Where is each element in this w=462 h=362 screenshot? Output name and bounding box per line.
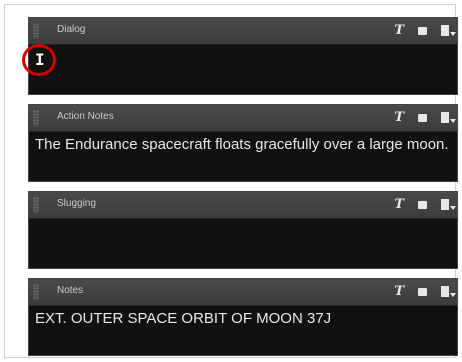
export-dropdown-icon[interactable] — [441, 112, 456, 124]
panel-title: Action Notes — [57, 111, 114, 122]
note-icon[interactable] — [418, 114, 427, 122]
page-icon — [441, 112, 449, 123]
drag-handle-icon[interactable] — [33, 110, 39, 126]
panel-tools: T — [394, 283, 456, 301]
panel-header: Notes T — [29, 279, 457, 306]
panel-title: Slugging — [57, 198, 96, 209]
drag-handle-icon[interactable] — [33, 197, 39, 213]
export-dropdown-icon[interactable] — [441, 25, 456, 37]
panel-text-area[interactable] — [29, 219, 457, 268]
panel-action-notes: Action Notes T The Endurance spacecraft … — [28, 104, 458, 182]
panel-tools: T — [394, 196, 456, 214]
chevron-down-icon — [450, 119, 456, 123]
panel-dialog: Dialog T — [28, 17, 458, 95]
note-icon[interactable] — [418, 288, 427, 296]
drag-handle-icon[interactable] — [33, 23, 39, 39]
panel-notes: Notes T EXT. OUTER SPACE ORBIT OF MOON 3… — [28, 278, 458, 356]
export-dropdown-icon[interactable] — [441, 286, 456, 298]
panel-slugging: Slugging T — [28, 191, 458, 269]
panel-tools: T — [394, 109, 456, 127]
note-icon[interactable] — [418, 27, 427, 35]
panel-text-area[interactable]: The Endurance spacecraft floats graceful… — [29, 132, 457, 181]
drag-handle-icon[interactable] — [33, 284, 39, 300]
panel-header: Dialog T — [29, 18, 457, 45]
chevron-down-icon — [450, 206, 456, 210]
panel-tools: T — [394, 22, 456, 40]
panel-header: Action Notes T — [29, 105, 457, 132]
text-cursor-icon: I — [35, 50, 45, 69]
text-style-icon[interactable]: T — [394, 283, 404, 301]
note-icon[interactable] — [418, 201, 427, 209]
text-style-icon[interactable]: T — [394, 196, 404, 214]
panel-title: Notes — [57, 285, 84, 296]
page-icon — [441, 199, 449, 210]
text-style-icon[interactable]: T — [394, 109, 404, 127]
page-icon — [441, 286, 449, 297]
chevron-down-icon — [450, 32, 456, 36]
export-dropdown-icon[interactable] — [441, 199, 456, 211]
chevron-down-icon — [450, 293, 456, 297]
text-style-icon[interactable]: T — [394, 22, 404, 40]
panel-text-area[interactable] — [29, 45, 457, 94]
panel-header: Slugging T — [29, 192, 457, 219]
panel-text-area[interactable]: EXT. OUTER SPACE ORBIT OF MOON 37J — [29, 306, 457, 355]
page-icon — [441, 25, 449, 36]
panel-title: Dialog — [57, 24, 86, 35]
